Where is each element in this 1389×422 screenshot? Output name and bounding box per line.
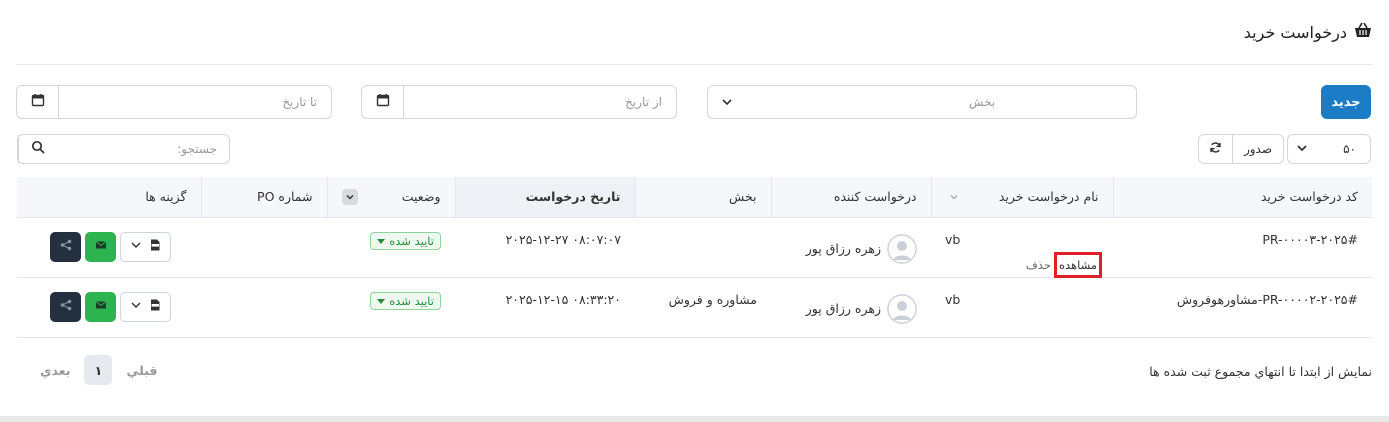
header-name-label: نام درخواست خرید <box>998 189 1099 205</box>
cell-code: #PR-۰۰۰۰۲-۲۰۲۵-مشاورهوفروش <box>1113 277 1372 338</box>
cell-date: ۲۰۲۵-۱۲-۲۷ ۰۸:۰۷:۰۷ <box>455 217 635 278</box>
share-icon <box>60 239 72 254</box>
calendar-icon <box>376 93 390 111</box>
header-date[interactable]: تاریخ درخواست <box>454 177 635 218</box>
status-badge[interactable]: تایید شده <box>370 231 441 250</box>
avatar <box>887 293 917 324</box>
header-divider <box>17 64 1372 65</box>
section-select[interactable]: بخش <box>707 85 1137 119</box>
cell-po-number <box>201 277 327 338</box>
per-page-select[interactable]: ۵۰ <box>1287 134 1371 164</box>
header-status-label: وضعیت <box>401 189 441 205</box>
requester-name[interactable]: زهره رزاق پور <box>806 301 881 316</box>
request-name: vb <box>945 231 961 247</box>
per-page-value: ۵۰ <box>1343 142 1356 156</box>
table-row: #PR-۰۰۰۰۳-۲۰۲۵ vb مشاهده حذف زهره رزاق پ… <box>17 217 1372 278</box>
share-button[interactable] <box>50 291 81 322</box>
cell-requester: زهره رزاق پور <box>771 217 931 278</box>
status-label: تایید شده <box>389 233 434 248</box>
status-badge[interactable]: تایید شده <box>370 291 441 310</box>
to-date-group: تا تاریخ <box>16 85 332 119</box>
to-date-calendar-button[interactable] <box>17 86 59 118</box>
chevron-down-icon <box>946 189 962 205</box>
pdf-file-icon <box>149 239 161 254</box>
cell-code: #PR-۰۰۰۰۳-۲۰۲۵ <box>1113 217 1372 278</box>
share-icon <box>60 299 72 314</box>
chevron-down-icon <box>1296 142 1308 157</box>
from-date-group: از تاریخ <box>361 85 677 119</box>
header-po-number[interactable]: شماره PO <box>200 177 327 218</box>
search-icon <box>31 140 45 158</box>
caret-down-icon <box>377 294 386 308</box>
to-date-input[interactable]: تا تاریخ <box>59 86 331 118</box>
chevron-down-icon <box>720 95 734 109</box>
avatar <box>887 233 917 264</box>
new-request-button[interactable]: جدید <box>1321 85 1371 119</box>
chevron-down-icon <box>130 299 142 314</box>
next-page-button[interactable]: بعدي <box>40 363 70 378</box>
calendar-icon <box>31 93 45 111</box>
cell-section: مشاوره و فروش <box>635 277 771 338</box>
purchase-request-page: درخواست خرید جدید بخش از تاریخ تا تاریخ … <box>0 0 1389 422</box>
table-row: #PR-۰۰۰۰۲-۲۰۲۵-مشاورهوفروش vb زهره رزاق … <box>17 277 1372 338</box>
export-button[interactable]: صدور <box>1233 135 1283 163</box>
cell-options <box>17 277 201 338</box>
cell-status: تایید شده <box>327 277 455 338</box>
cell-date: ۲۰۲۵-۱۲-۱۵ ۰۸:۳۳:۲۰ <box>455 277 635 338</box>
email-button[interactable] <box>85 291 116 322</box>
refresh-icon <box>1209 141 1222 157</box>
table-info-text: نمایش از ابتدا تا انتهاي مجموع ثبت شده ه… <box>1149 364 1372 379</box>
caret-down-icon <box>377 234 386 248</box>
pdf-dropdown-button[interactable] <box>120 231 171 262</box>
search-box: جستجو: <box>17 134 230 164</box>
page-header: درخواست خرید <box>1244 18 1373 46</box>
from-date-input[interactable]: از تاریخ <box>404 86 676 118</box>
header-status[interactable]: وضعیت <box>326 177 455 218</box>
chevron-down-icon <box>341 188 358 205</box>
envelope-icon <box>95 239 107 254</box>
status-label: تایید شده <box>389 293 434 308</box>
header-requester[interactable]: درخواست کننده <box>770 177 931 218</box>
cell-options <box>17 217 201 278</box>
header-options[interactable]: گزینه ها <box>17 177 201 218</box>
cell-po-number <box>201 217 327 278</box>
to-date-placeholder: تا تاریخ <box>282 95 317 109</box>
from-date-calendar-button[interactable] <box>362 86 404 118</box>
delete-link[interactable]: حذف <box>1024 255 1053 275</box>
prev-page-button[interactable]: قبلي <box>126 363 157 378</box>
search-input[interactable]: جستجو: <box>56 142 229 156</box>
current-page-button[interactable]: ۱ <box>84 355 113 385</box>
page-title: درخواست خرید <box>1243 22 1347 42</box>
purchase-requests-table: کد درخواست خرید نام درخواست خرید درخواست… <box>17 177 1372 338</box>
cell-name: vb مشاهده حذف <box>931 217 1113 278</box>
request-name: vb <box>945 291 961 307</box>
header-code[interactable]: کد درخواست خرید <box>1112 177 1372 218</box>
pdf-file-icon <box>149 299 161 314</box>
cell-status: تایید شده <box>327 217 455 278</box>
envelope-icon <box>95 299 107 314</box>
row-actions: مشاهده حذف <box>945 251 1103 278</box>
share-button[interactable] <box>50 231 81 262</box>
bottom-divider <box>0 416 1389 422</box>
header-name[interactable]: نام درخواست خرید <box>930 177 1113 218</box>
shopping-basket-icon <box>1353 20 1373 44</box>
search-placeholder: جستجو: <box>177 142 217 156</box>
cell-name: vb <box>931 277 1113 338</box>
table-header-row: کد درخواست خرید نام درخواست خرید درخواست… <box>17 177 1372 218</box>
chevron-down-icon <box>130 239 142 254</box>
search-button[interactable] <box>18 135 56 163</box>
header-section[interactable]: بخش <box>634 177 771 218</box>
cell-requester: زهره رزاق پور <box>771 277 931 338</box>
table-tools: صدور <box>1198 134 1284 164</box>
section-select-placeholder: بخش <box>968 95 996 109</box>
from-date-placeholder: از تاریخ <box>625 95 662 109</box>
email-button[interactable] <box>85 231 116 262</box>
pdf-dropdown-button[interactable] <box>120 291 171 322</box>
view-link[interactable]: مشاهده <box>1053 251 1103 278</box>
refresh-button[interactable] <box>1199 135 1233 163</box>
requester-name[interactable]: زهره رزاق پور <box>806 241 881 256</box>
cell-section <box>635 217 771 278</box>
pagination: قبلي ۱ بعدي <box>40 355 157 385</box>
